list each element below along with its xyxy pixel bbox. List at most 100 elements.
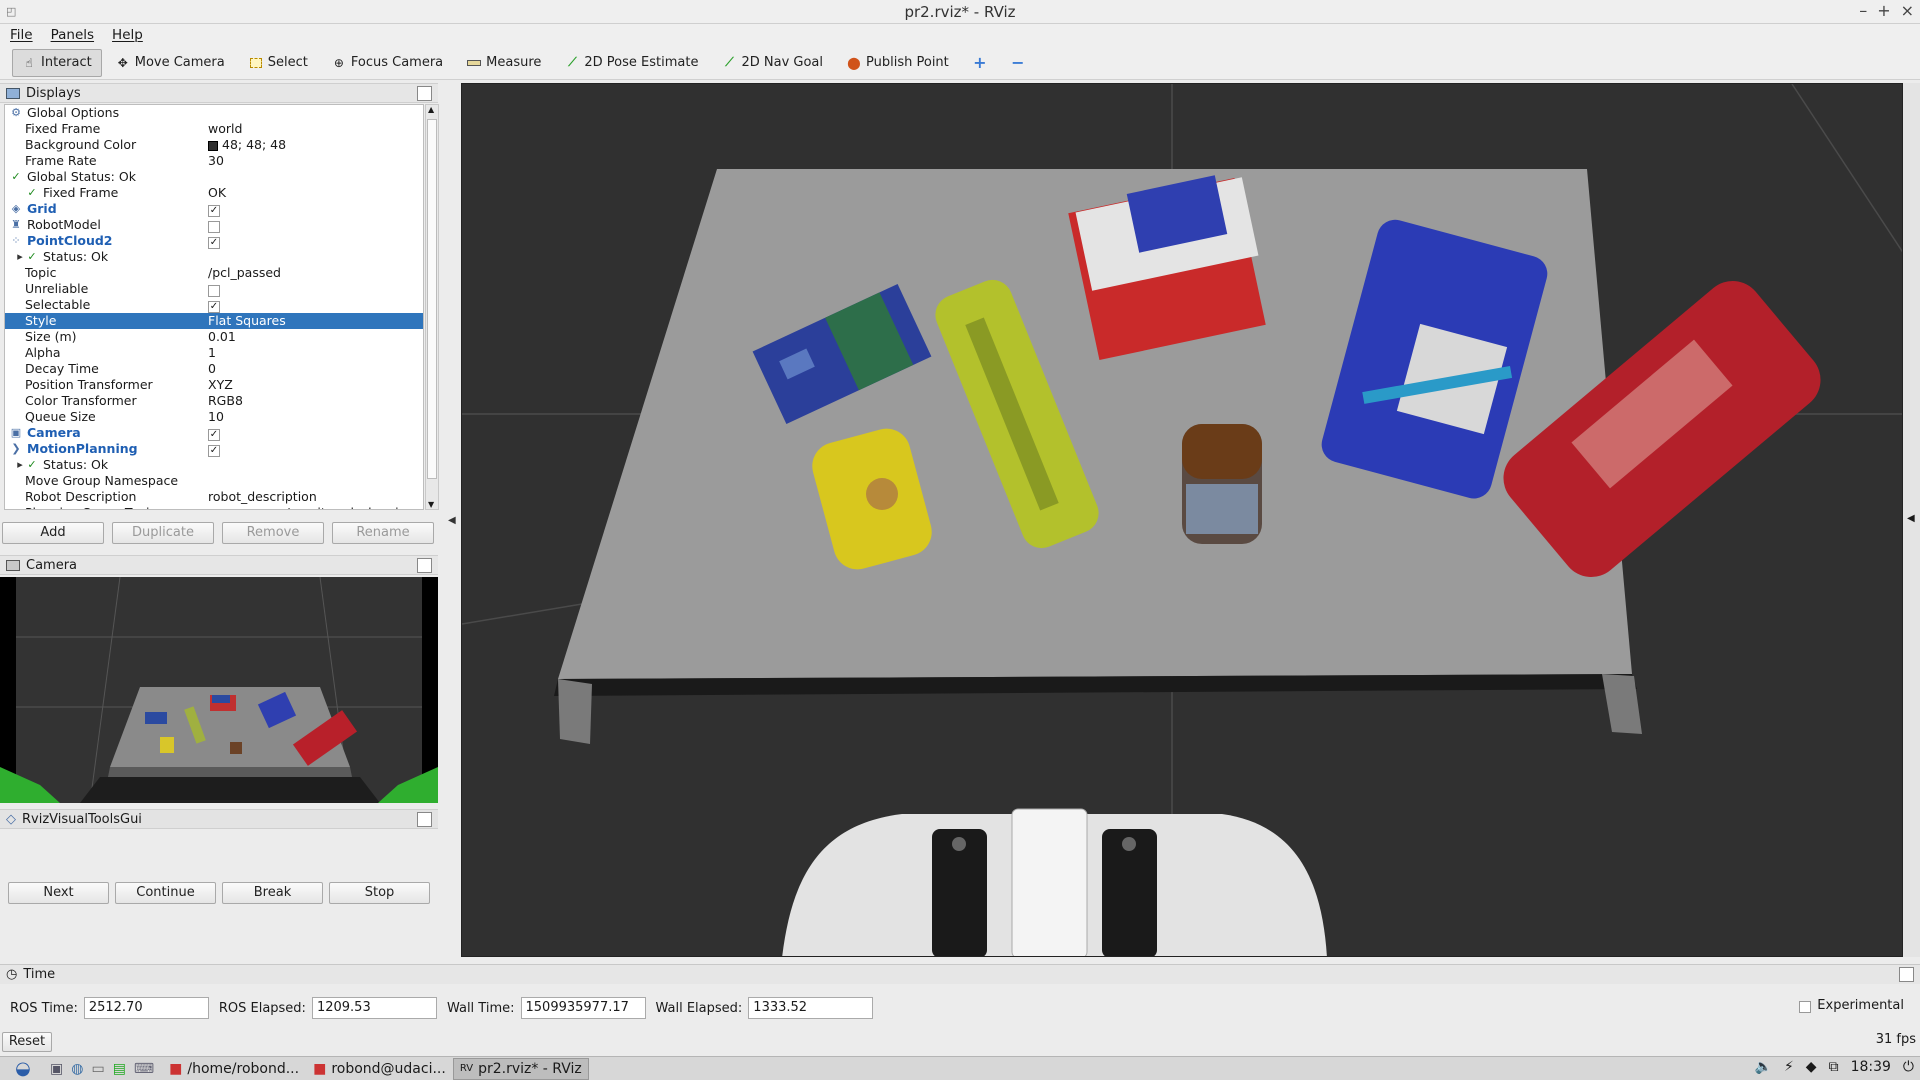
measure-tool-button[interactable]: Measure (457, 49, 551, 77)
ros-elapsed-field[interactable]: 1209.53 (311, 997, 437, 1019)
display-row[interactable]: Size (m) 0.01 (5, 329, 423, 345)
reset-button[interactable]: Reset (2, 1032, 52, 1052)
checkbox[interactable] (208, 284, 220, 297)
workspace-icon[interactable]: ⧉ (1829, 1059, 1839, 1075)
display-row[interactable]: ▣ Camera ✓ (5, 425, 423, 441)
shutdown-icon[interactable]: ⏻ (1903, 1059, 1914, 1075)
experimental-checkbox[interactable] (1799, 1000, 1812, 1013)
continue-button[interactable]: Continue (115, 882, 216, 904)
browser-icon[interactable]: ◍ (71, 1061, 83, 1077)
display-row[interactable]: ⁘ PointCloud2 ✓ (5, 233, 423, 249)
2d-nav-goal-tool-button[interactable]: ⟋ 2D Nav Goal (712, 49, 833, 77)
visual-tools-undock-toggle[interactable] (417, 812, 432, 827)
scroll-down-icon[interactable]: ▼ (428, 500, 434, 509)
display-row[interactable]: Background Color 48; 48; 48 (5, 137, 423, 153)
display-row[interactable]: Color Transformer RGB8 (5, 393, 423, 409)
camera-undock-toggle[interactable] (417, 558, 432, 573)
collapse-left-icon[interactable]: ◀ (448, 515, 456, 526)
menu-file[interactable]: File (10, 27, 33, 43)
maximize-button[interactable]: + (1877, 1, 1890, 20)
minimize-button[interactable]: – (1859, 1, 1867, 20)
keyboard-icon[interactable]: ⌨ (134, 1061, 154, 1077)
display-row[interactable]: Fixed Frame world (5, 121, 423, 137)
display-row[interactable]: Selectable ✓ (5, 297, 423, 313)
task-rviz[interactable]: RV pr2.rviz* - RViz (452, 1057, 589, 1080)
display-row-checkbox[interactable]: ✓ (208, 201, 220, 217)
remove-tool-button[interactable]: − (1001, 49, 1035, 77)
next-button[interactable]: Next (8, 882, 109, 904)
network-icon[interactable]: ◆ (1806, 1059, 1817, 1075)
wall-time-field[interactable]: 1509935977.17 (520, 997, 646, 1019)
display-row[interactable]: Topic/pcl_passed (5, 265, 423, 281)
displays-tree: ⚙ Global Options Fixed Frame world Backgroun… (4, 104, 424, 510)
checkbox[interactable]: ✓ (208, 236, 220, 249)
display-row[interactable]: Queue Size 10 (5, 409, 423, 425)
display-row[interactable]: Decay Time 0 (5, 361, 423, 377)
display-row-checkbox[interactable] (208, 281, 220, 297)
checkbox[interactable]: ✓ (208, 428, 220, 441)
duplicate-display-button[interactable]: Duplicate (112, 522, 214, 544)
display-row[interactable]: Move Group Namespace (5, 473, 423, 489)
display-row[interactable]: ❯ MotionPlanning ✓ (5, 441, 423, 457)
display-row[interactable]: Frame Rate 30 (5, 153, 423, 169)
focus-camera-tool-button[interactable]: ⊕ Focus Camera (322, 49, 453, 77)
display-row-checkbox[interactable]: ✓ (208, 441, 220, 457)
checkbox[interactable]: ✓ (208, 444, 220, 457)
ros-time-field[interactable]: 2512.70 (83, 997, 209, 1019)
display-row[interactable]: Robot Description robot_description (5, 489, 423, 505)
file-manager-icon[interactable]: ▣ (50, 1061, 63, 1077)
display-row[interactable]: ◈ Grid ✓ (5, 201, 423, 217)
display-row-checkbox[interactable]: ✓ (208, 233, 220, 249)
display-row[interactable]: Position Transformer XYZ (5, 377, 423, 393)
break-button[interactable]: Break (222, 882, 323, 904)
display-row[interactable]: ⚙ Global Options (5, 105, 423, 121)
interact-tool-button[interactable]: ☝ Interact (12, 48, 102, 77)
display-row-label: Size (m) (25, 329, 77, 344)
select-tool-button[interactable]: Select (239, 49, 318, 77)
menu-help[interactable]: Help (112, 27, 143, 43)
value-text: 0 (208, 361, 216, 376)
remove-display-button[interactable]: Remove (222, 522, 324, 544)
time-undock-toggle[interactable] (1899, 967, 1914, 982)
checkbox[interactable]: ✓ (208, 300, 220, 313)
camera-image-view[interactable] (0, 577, 438, 803)
desktop-icon[interactable]: ▤ (113, 1061, 126, 1077)
display-row[interactable]: Alpha 1 (5, 345, 423, 361)
power-icon[interactable]: ⚡ (1784, 1059, 1794, 1075)
display-row[interactable]: ✓ Fixed Frame OK (5, 185, 423, 201)
display-row-checkbox[interactable]: ✓ (208, 425, 220, 441)
display-row-checkbox[interactable]: ✓ (208, 297, 220, 313)
scroll-up-icon[interactable]: ▲ (428, 105, 434, 114)
display-row[interactable]: ♜ RobotModel (5, 217, 423, 233)
value-text: robot_description (208, 489, 317, 504)
checkbox[interactable]: ✓ (208, 204, 220, 217)
task-terminal[interactable]: ■ robond@udaci... (306, 1058, 453, 1080)
displays-scrollbar[interactable]: ▲ ▼ (425, 104, 439, 510)
displays-undock-toggle[interactable] (417, 86, 432, 101)
start-menu-icon[interactable]: ◒ (0, 1058, 46, 1079)
display-row[interactable]: ▸ ✓ Status: Ok (5, 457, 423, 473)
display-row-checkbox[interactable] (208, 217, 220, 233)
scrollbar-thumb[interactable] (427, 119, 437, 479)
publish-point-tool-button[interactable]: ⬤ Publish Point (837, 49, 959, 77)
stop-button[interactable]: Stop (329, 882, 430, 904)
display-row[interactable]: Style Flat Squares (5, 313, 423, 329)
2d-pose-estimate-tool-button[interactable]: ⟋ 2D Pose Estimate (555, 49, 708, 77)
display-row[interactable]: ✓ Global Status: Ok (5, 169, 423, 185)
checkbox[interactable] (208, 220, 220, 233)
close-button[interactable]: × (1901, 1, 1914, 20)
display-row[interactable]: Planning Scene Topic move_group/monitored… (5, 505, 423, 509)
volume-icon[interactable]: 🔈 (1755, 1059, 1772, 1075)
3d-render-viewport[interactable] (461, 83, 1903, 957)
task-file-manager[interactable]: ■ /home/robond... (162, 1058, 306, 1080)
add-tool-button[interactable]: + (963, 49, 997, 77)
display-row[interactable]: Unreliable (5, 281, 423, 297)
menu-panels[interactable]: Panels (51, 27, 94, 43)
display-row[interactable]: ▸ ✓ Status: Ok (5, 249, 423, 265)
terminal-icon[interactable]: ▭ (91, 1061, 104, 1077)
add-display-button[interactable]: Add (2, 522, 104, 544)
rename-display-button[interactable]: Rename (332, 522, 434, 544)
move-camera-tool-button[interactable]: ✥ Move Camera (106, 49, 235, 77)
wall-elapsed-field[interactable]: 1333.52 (748, 997, 874, 1019)
collapse-right-icon[interactable]: ◀ (1907, 513, 1915, 524)
